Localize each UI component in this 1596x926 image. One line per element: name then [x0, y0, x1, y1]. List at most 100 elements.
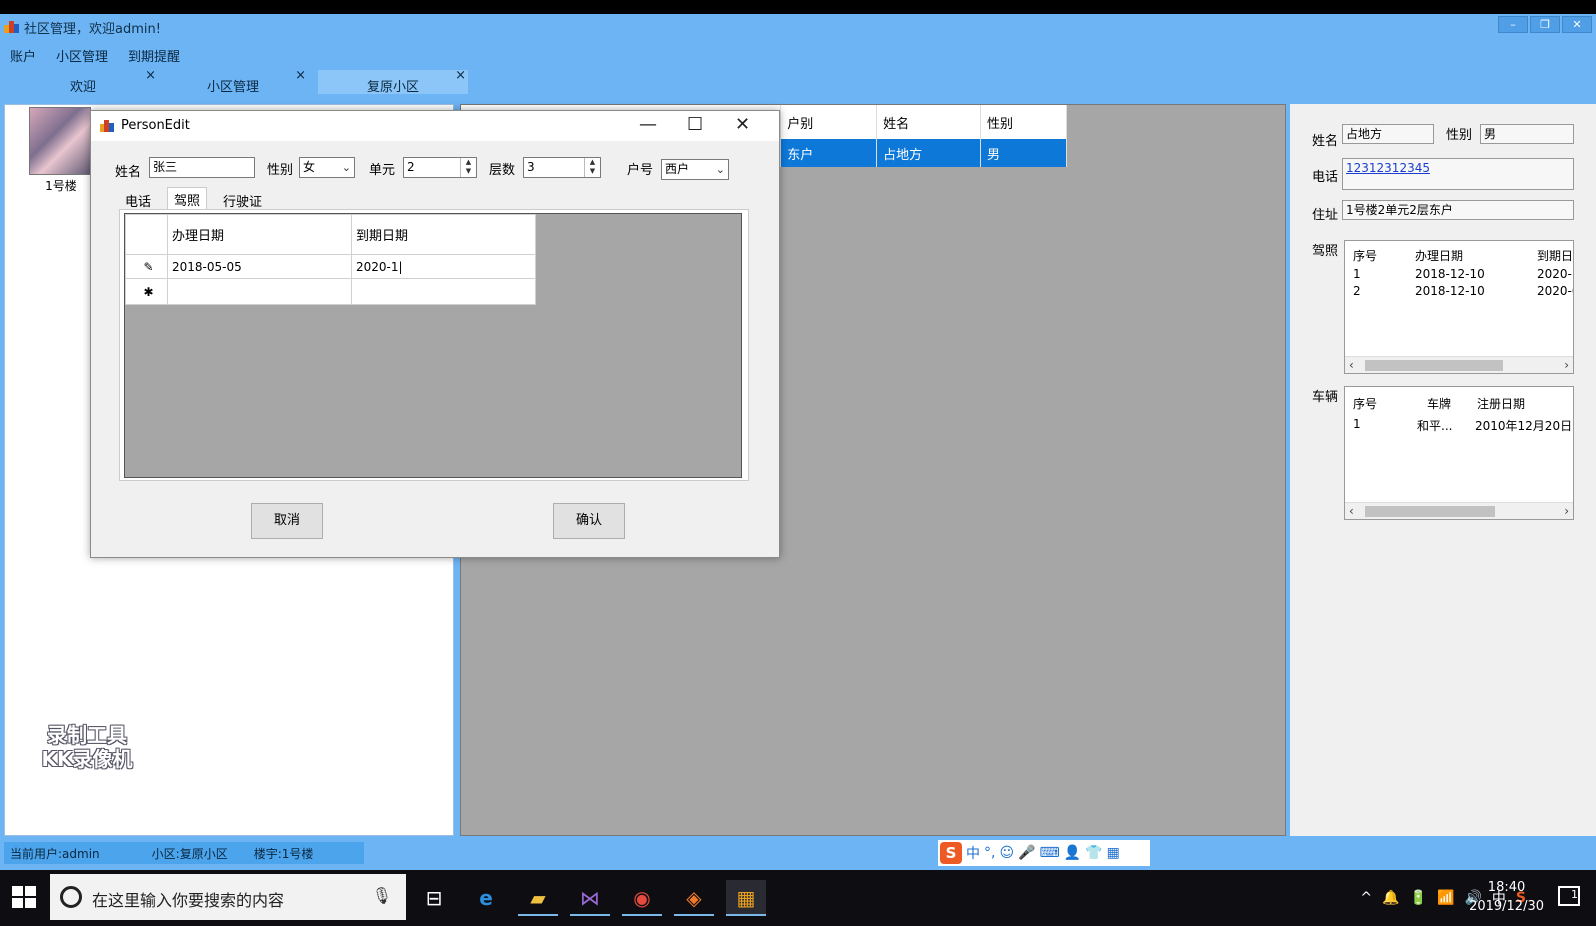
detail-phone-link[interactable]: 12312312345: [1342, 158, 1574, 190]
grid-header-door[interactable]: 户别: [780, 105, 878, 139]
stepper-arrows-icon[interactable]: ▲ ▼: [584, 158, 600, 177]
sogou-logo-icon[interactable]: S: [940, 842, 962, 864]
dialog-title-bar: PersonEdit — ☐ ✕: [91, 111, 779, 141]
file-explorer-icon[interactable]: ▰: [518, 880, 558, 916]
unit-stepper[interactable]: 2 ▲ ▼: [403, 157, 477, 178]
name-input[interactable]: 张三: [149, 157, 255, 178]
door-select[interactable]: 西户 ⌄: [661, 159, 729, 180]
visual-studio-icon[interactable]: ⋈: [570, 880, 610, 916]
ime-skin-icon[interactable]: 👕: [1085, 845, 1102, 861]
close-tab-icon[interactable]: ×: [145, 68, 156, 83]
gender-select[interactable]: 女 ⌄: [299, 157, 355, 178]
building-image: [29, 107, 91, 175]
detail-address-field[interactable]: 1号楼2单元2层东户: [1342, 200, 1574, 220]
grid-cell[interactable]: 男: [980, 139, 1067, 167]
community-app-icon[interactable]: ▦: [726, 880, 766, 916]
detail-name-label: 姓名: [1312, 134, 1339, 149]
taskbar-search[interactable]: 在这里输入你要搜索的内容 🎙: [50, 874, 406, 920]
table-row[interactable]: ✱: [125, 278, 536, 305]
clock-date: 2019/12/30: [1469, 899, 1544, 914]
restore-button[interactable]: ❐: [1530, 16, 1560, 33]
chevron-down-icon: ⌄: [341, 161, 351, 174]
scroll-thumb[interactable]: [1365, 506, 1495, 517]
gender-select-value: 女: [303, 160, 316, 174]
dialog-close-icon[interactable]: ✕: [735, 114, 750, 135]
header-expiry-date[interactable]: 到期日期: [351, 214, 536, 255]
license-edit-grid: 办理日期 到期日期 ✎ 2018-05-05 2020-1| ✱: [124, 213, 742, 478]
person-edit-dialog: PersonEdit — ☐ ✕ 姓名 张三 性别 女 ⌄ 单元 2 ▲ ▼ 层数…: [90, 110, 780, 558]
tab-community-management[interactable]: 小区管理 ×: [158, 68, 308, 95]
ime-voice-icon[interactable]: 🎤: [1018, 845, 1035, 861]
minimize-button[interactable]: –: [1498, 16, 1528, 33]
grid-header-gender[interactable]: 性别: [980, 105, 1067, 139]
table-row[interactable]: 1 2018-12-10 2020-1: [1345, 265, 1573, 283]
scroll-right-icon[interactable]: ›: [1564, 504, 1569, 518]
grid-header-name[interactable]: 姓名: [876, 105, 982, 139]
table-row[interactable]: 1 和平... 2010年12月20日: [1345, 415, 1573, 433]
task-view-icon[interactable]: ⊟: [414, 880, 454, 916]
battery-icon[interactable]: 🔋: [1410, 890, 1427, 906]
ime-punct-icon[interactable]: °,: [984, 845, 995, 861]
scroll-left-icon[interactable]: ‹: [1349, 504, 1354, 518]
notification-center-icon[interactable]: 1: [1558, 886, 1580, 906]
menu-account[interactable]: 账户: [0, 44, 46, 66]
detail-phone-label: 电话: [1312, 170, 1339, 185]
detail-name-field[interactable]: 占地方: [1342, 124, 1434, 144]
edge-browser-icon[interactable]: e: [466, 880, 506, 916]
issue-date-cell[interactable]: 2018-05-05: [167, 254, 352, 279]
building-caption: 1号楼: [45, 179, 77, 193]
taskbar-clock[interactable]: 18:40 2019/12/30: [1469, 878, 1544, 916]
header-issue-date[interactable]: 办理日期: [167, 214, 352, 255]
detail-vehicle-label: 车辆: [1312, 390, 1339, 405]
cancel-button[interactable]: 取消: [251, 503, 323, 539]
scroll-right-icon[interactable]: ›: [1564, 358, 1569, 372]
floor-stepper[interactable]: 3 ▲ ▼: [523, 157, 601, 178]
vehicle-hscrollbar[interactable]: ‹ ›: [1345, 502, 1573, 519]
tab-phone[interactable]: 电话: [119, 189, 157, 210]
microphone-icon[interactable]: 🎙: [372, 886, 392, 905]
windows-start-icon[interactable]: [12, 886, 36, 908]
ime-keyboard-icon[interactable]: ⌨: [1040, 845, 1060, 861]
table-row[interactable]: 2 2018-12-10 2020-0: [1345, 282, 1573, 300]
door-select-value: 西户: [665, 162, 690, 176]
license-cell: 2020-0: [1537, 284, 1573, 298]
wifi-icon[interactable]: 📶: [1437, 890, 1454, 906]
scroll-thumb[interactable]: [1365, 360, 1503, 371]
stepper-arrows-icon[interactable]: ▲ ▼: [460, 158, 476, 177]
ime-emoji-icon[interactable]: ☺: [999, 845, 1014, 861]
dialog-minimize-icon[interactable]: —: [639, 114, 657, 135]
tab-fuyuan[interactable]: 复原小区 ×: [318, 68, 468, 95]
menu-community[interactable]: 小区管理: [46, 44, 118, 66]
license-hscrollbar[interactable]: ‹ ›: [1345, 356, 1573, 373]
grid-cell[interactable]: 占地方: [876, 139, 982, 167]
chrome-icon[interactable]: ◉: [622, 880, 662, 916]
vehicle-header-cell: 序号: [1353, 397, 1378, 411]
expiry-date-cell[interactable]: [351, 278, 536, 305]
edit-pencil-icon: ✎: [125, 254, 168, 279]
ime-user-icon[interactable]: 👤: [1064, 845, 1081, 861]
dialog-maximize-icon[interactable]: ☐: [687, 114, 703, 135]
table-row[interactable]: ✎ 2018-05-05 2020-1|: [125, 254, 536, 279]
close-tab-icon[interactable]: ×: [455, 68, 466, 83]
ime-mode-icon[interactable]: 中: [966, 843, 980, 863]
scroll-left-icon[interactable]: ‹: [1349, 358, 1354, 372]
tab-welcome[interactable]: 欢迎 ×: [8, 68, 158, 95]
building-item[interactable]: 1号楼: [29, 107, 93, 194]
ime-toolbox-icon[interactable]: ▦: [1107, 845, 1120, 861]
license-header-cell: 办理日期: [1415, 249, 1464, 263]
floor-value: 3: [527, 160, 535, 174]
issue-date-cell[interactable]: [167, 278, 352, 305]
close-tab-icon[interactable]: ×: [295, 68, 306, 83]
tray-qq-icon[interactable]: 🔔: [1382, 890, 1399, 906]
status-community: 小区:复原小区: [151, 847, 228, 861]
menu-expiry[interactable]: 到期提醒: [118, 44, 190, 66]
detail-gender-field[interactable]: 男: [1480, 124, 1574, 144]
recorder-app-icon[interactable]: ◈: [674, 880, 714, 916]
tab-driver-license[interactable]: 驾照: [167, 187, 208, 209]
tray-overflow-icon[interactable]: ^: [1360, 890, 1372, 906]
close-button[interactable]: ✕: [1562, 16, 1592, 33]
confirm-button[interactable]: 确认: [553, 503, 625, 539]
expiry-date-cell-editing[interactable]: 2020-1|: [351, 254, 536, 279]
tab-vehicle-license[interactable]: 行驶证: [217, 189, 268, 210]
grid-cell[interactable]: 东户: [780, 139, 878, 167]
